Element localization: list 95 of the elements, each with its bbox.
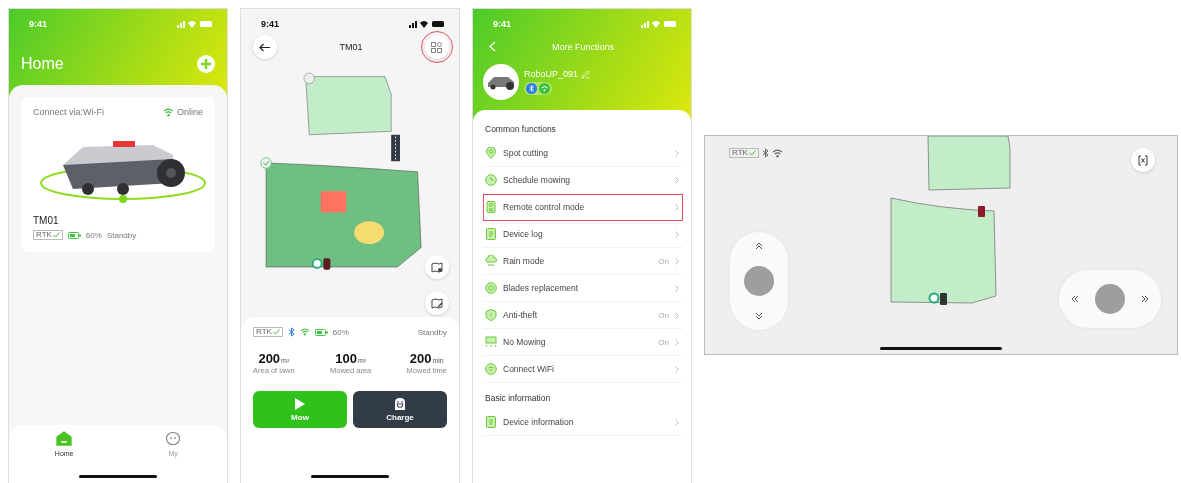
connection-label: Connect via:Wi-Fi <box>33 107 104 117</box>
double-down-icon <box>755 312 763 320</box>
battery-level: 60% <box>332 327 349 337</box>
wifi-icon <box>539 83 550 94</box>
double-left-icon <box>1071 295 1079 303</box>
page-title: Home <box>21 55 64 73</box>
plug-icon <box>394 397 406 411</box>
status-time: 9:41 <box>29 19 47 29</box>
function-item[interactable]: No Mowing On <box>483 329 683 356</box>
function-item[interactable]: Anti-theft On <box>483 302 683 329</box>
device-name: RoboUP_091 <box>524 69 579 79</box>
item-value: On <box>658 310 669 320</box>
log-icon <box>485 416 497 428</box>
chevron-icon <box>675 284 679 292</box>
home-icon <box>56 431 73 446</box>
map-edit-button[interactable] <box>425 291 449 315</box>
pin-icon <box>485 147 497 159</box>
grid-icon <box>431 41 443 53</box>
function-item[interactable]: Connect WiFi <box>483 356 683 383</box>
remote-icon <box>485 201 497 213</box>
rain-icon <box>485 255 497 267</box>
add-icon[interactable] <box>197 55 215 73</box>
robot-face-icon <box>165 431 182 446</box>
nomow-icon <box>485 336 497 348</box>
left-right-joystick[interactable] <box>1059 270 1161 328</box>
back-icon <box>259 42 271 52</box>
screen-title: More Functions <box>552 41 614 52</box>
function-item[interactable]: Schedule mowing <box>483 167 683 194</box>
wifi-icon <box>163 107 174 117</box>
bluetooth-icon <box>761 148 769 158</box>
clock-icon <box>485 174 497 186</box>
shield-icon <box>485 309 497 321</box>
section-title: Common functions <box>484 123 557 136</box>
chevron-icon <box>675 230 679 238</box>
exit-fullscreen-button[interactable] <box>1131 148 1155 172</box>
chevron-icon <box>675 176 679 184</box>
device-state: Standby <box>106 230 137 240</box>
charge-button[interactable]: Charge <box>353 391 447 428</box>
wifi-icon <box>299 328 310 336</box>
battery-icon <box>67 231 81 239</box>
status-icons <box>177 19 213 29</box>
chevron-icon <box>675 257 679 265</box>
map-settings-button[interactable] <box>425 255 449 279</box>
function-item[interactable]: Device information <box>483 409 683 436</box>
wifi-icon <box>485 363 497 375</box>
battery-icon <box>314 328 328 336</box>
stat-value: 200 <box>258 351 281 366</box>
chevron-icon <box>675 418 679 426</box>
chevron-icon <box>675 365 679 373</box>
chevron-icon <box>675 311 679 319</box>
function-item[interactable]: Spot cutting <box>483 140 683 167</box>
more-functions-button[interactable] <box>425 35 449 59</box>
edit-icon[interactable] <box>581 69 591 79</box>
function-item[interactable]: Blades replacement <box>483 275 683 302</box>
joystick-knob[interactable] <box>1095 284 1125 314</box>
chevron-icon <box>675 338 679 346</box>
function-item[interactable]: Rain mode On <box>483 248 683 275</box>
double-up-icon <box>755 242 763 250</box>
item-value: On <box>658 256 669 266</box>
back-icon[interactable] <box>489 41 496 52</box>
blade-icon <box>485 282 497 294</box>
back-button[interactable] <box>253 35 277 59</box>
rtk-badge: RTK <box>253 327 283 337</box>
status-icons <box>409 19 445 29</box>
map-edit-icon <box>431 297 443 309</box>
double-right-icon <box>1141 295 1149 303</box>
stat-value: 100 <box>335 351 357 366</box>
log-icon <box>485 228 497 240</box>
screen-title: TM01 <box>339 42 363 52</box>
rtk-badge: RTK <box>33 230 63 240</box>
bluetooth-icon <box>287 327 295 337</box>
rtk-badge: RTK <box>729 148 759 158</box>
function-item[interactable]: Device log <box>483 221 683 248</box>
status-time: 9:41 <box>261 19 279 29</box>
battery-level: 60% <box>85 230 102 240</box>
joystick-knob[interactable] <box>744 266 774 296</box>
device-state: Standby <box>417 327 447 337</box>
online-status: Online <box>177 107 203 117</box>
bluetooth-icon <box>526 83 537 94</box>
status-time: 9:41 <box>493 19 511 29</box>
forward-backward-joystick[interactable] <box>730 232 788 330</box>
section-title: Basic information <box>484 392 552 405</box>
item-value: On <box>658 337 669 347</box>
status-icons <box>641 19 677 29</box>
exit-fullscreen-icon <box>1138 154 1148 166</box>
device-card[interactable]: Connect via:Wi-Fi Online TM01 RTK 60% Standby <box>21 97 215 252</box>
device-avatar <box>483 64 519 100</box>
wifi-icon <box>771 148 783 158</box>
chevron-icon <box>675 149 679 157</box>
stat-value: 200 <box>409 351 432 366</box>
play-icon <box>294 397 306 411</box>
map-settings-icon <box>431 261 443 273</box>
function-item[interactable]: Remote control mode <box>483 194 683 221</box>
device-name: TM01 <box>33 215 60 226</box>
chevron-icon <box>675 203 679 211</box>
